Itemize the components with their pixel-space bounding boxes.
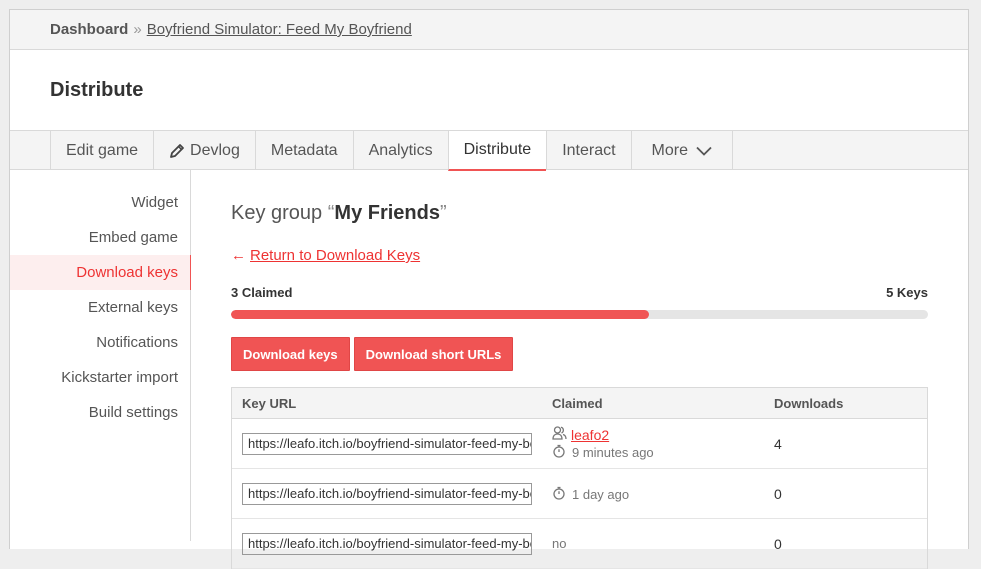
tab-label: More: [651, 141, 688, 159]
tab-distribute[interactable]: Distribute: [447, 131, 547, 171]
tab-label: Edit game: [66, 141, 139, 159]
header-downloads: Downloads: [774, 395, 844, 411]
sidebar-item-embed-game[interactable]: Embed game: [10, 220, 190, 255]
main-panel: Key group “My Friends” ← Return to Downl…: [191, 170, 968, 569]
table-row: https://leafo.itch.io/boyfriend-simulato…: [232, 469, 927, 519]
key-group-name: My Friends: [334, 202, 440, 224]
page-container: Dashboard » Boyfriend Simulator: Feed My…: [9, 9, 969, 569]
claimed-time: 9 minutes ago: [552, 444, 764, 461]
claimed-cell: 1 day ago: [542, 485, 764, 503]
return-to-download-keys-link[interactable]: Return to Download Keys: [250, 247, 420, 264]
claimed-status-text: no: [552, 536, 567, 551]
tab-edit-game[interactable]: Edit game: [50, 131, 153, 170]
claimed-user: leafo2: [552, 426, 764, 443]
claim-progress-fill: [231, 310, 650, 319]
download-keys-button[interactable]: Download keys: [231, 337, 350, 371]
key-group-prefix: Key group: [231, 202, 323, 224]
key-url-field[interactable]: https://leafo.itch.io/boyfriend-simulato…: [242, 532, 532, 555]
sidebar-item-download-keys[interactable]: Download keys: [10, 255, 191, 290]
tab-bar: Edit game Devlog Metadata Analytics Dist…: [10, 130, 968, 171]
table-row: https://leafo.itch.io/boyfriend-simulato…: [232, 419, 927, 469]
chevron-down-icon: [696, 146, 712, 156]
user-icon: [552, 426, 567, 443]
claim-stats: 3 Claimed 5 Keys: [231, 285, 928, 300]
tab-label: Interact: [562, 141, 616, 159]
claimed-count: 3 Claimed: [231, 285, 293, 300]
tab-metadata[interactable]: Metadata: [254, 131, 353, 170]
downloads-count: 0: [774, 535, 782, 552]
tab-analytics[interactable]: Analytics: [352, 131, 448, 170]
claimed-time-text: 1 day ago: [572, 486, 630, 502]
button-row: Download keys Download short URLs: [231, 337, 928, 371]
stopwatch-icon: [552, 486, 566, 503]
table-row: https://leafo.itch.io/boyfriend-simulato…: [232, 519, 927, 569]
tab-label: Analytics: [368, 141, 433, 159]
tab-interact[interactable]: Interact: [546, 131, 630, 170]
claimed-time-text: 9 minutes ago: [572, 445, 654, 460]
tab-more[interactable]: More: [630, 131, 733, 170]
header-key-url: Key URL: [242, 395, 297, 411]
pencil-icon: [169, 143, 185, 159]
claimed-cell: no: [542, 536, 764, 551]
stopwatch-icon: [552, 444, 566, 461]
downloads-count: 0: [774, 485, 782, 502]
page-title: Distribute: [50, 78, 144, 101]
content-area: Widget Embed game Download keys External…: [10, 170, 968, 569]
tab-label: Metadata: [270, 141, 338, 159]
tab-label: Distribute: [463, 141, 532, 158]
keys-table: Key URL Claimed Downloads https://leafo.…: [231, 387, 928, 569]
sidebar-item-notifications[interactable]: Notifications: [10, 325, 190, 360]
claim-progress-bar: [231, 310, 928, 319]
close-quote: ”: [439, 202, 447, 224]
downloads-count: 4: [774, 435, 782, 452]
total-keys: 5 Keys: [886, 285, 928, 300]
key-url-field[interactable]: https://leafo.itch.io/boyfriend-simulato…: [242, 482, 532, 505]
breadcrumb-separator: »: [133, 21, 142, 38]
breadcrumb-game-link[interactable]: Boyfriend Simulator: Feed My Boyfriend: [147, 21, 412, 38]
breadcrumb: Dashboard » Boyfriend Simulator: Feed My…: [10, 10, 968, 50]
tab-devlog[interactable]: Devlog: [153, 131, 255, 170]
breadcrumb-dashboard-link[interactable]: Dashboard: [50, 21, 128, 38]
header-claimed: Claimed: [552, 395, 603, 411]
sidebar-item-external-keys[interactable]: External keys: [10, 290, 190, 325]
download-short-urls-button[interactable]: Download short URLs: [353, 337, 514, 371]
key-url-field[interactable]: https://leafo.itch.io/boyfriend-simulato…: [242, 432, 532, 455]
sidebar-item-widget[interactable]: Widget: [10, 185, 190, 220]
sidebar-item-kickstarter-import[interactable]: Kickstarter import: [10, 360, 190, 395]
tab-label: Devlog: [190, 141, 240, 159]
claimed-user-link[interactable]: leafo2: [571, 427, 609, 443]
return-link-row: ← Return to Download Keys: [231, 247, 928, 264]
left-arrow-icon: ←: [231, 247, 246, 264]
table-header: Key URL Claimed Downloads: [232, 388, 927, 419]
sidebar-nav: Widget Embed game Download keys External…: [10, 170, 191, 541]
title-area: Distribute: [10, 50, 968, 130]
key-group-title: Key group “My Friends”: [231, 202, 928, 225]
claimed-time: 1 day ago: [552, 486, 764, 503]
sidebar-item-build-settings[interactable]: Build settings: [10, 395, 190, 430]
claimed-cell: leafo2 9 minutes ago: [542, 426, 764, 461]
